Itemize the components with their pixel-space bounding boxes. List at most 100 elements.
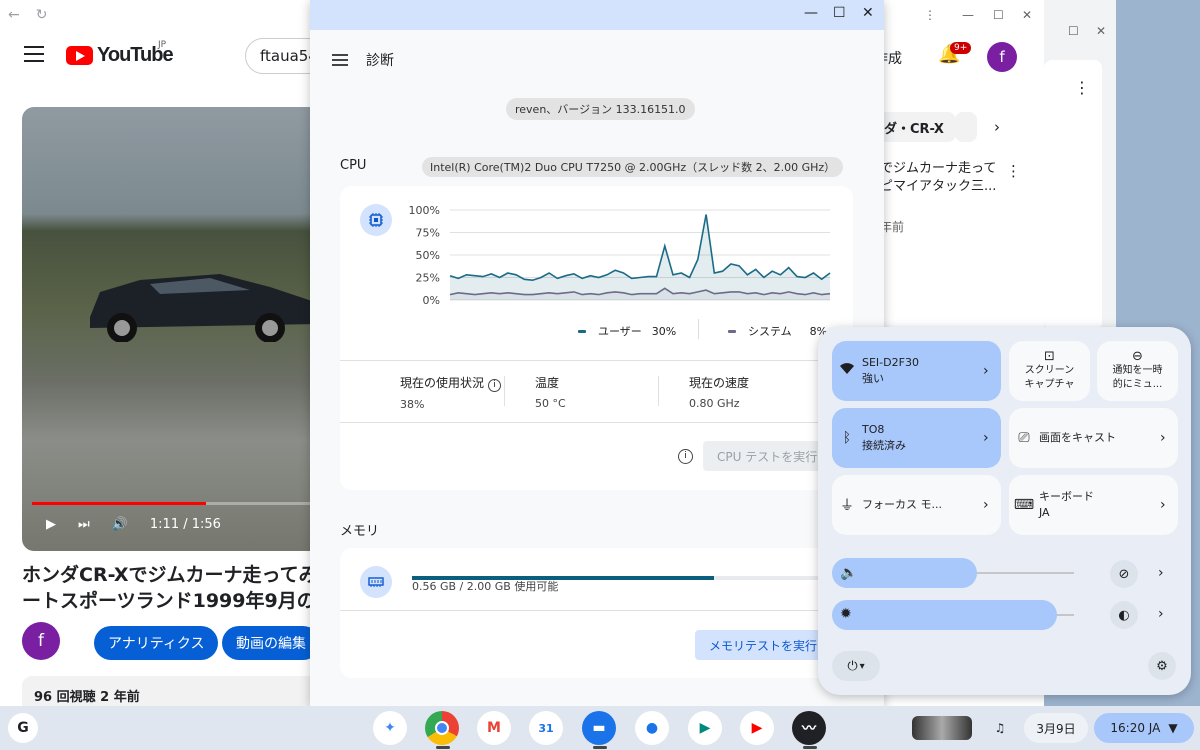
views-text: 96 回視聴 2 年前 <box>34 690 140 705</box>
shelf: G ✦ M 31 ▬ ● ▶ ▶ 〰 ♫ 3月9日 16:20 JA ▼ <box>0 706 1200 750</box>
files-icon[interactable]: ▬ <box>582 711 616 745</box>
wifi-status: 強い <box>862 372 884 385</box>
keyboard-icon: ⌨ <box>1013 497 1035 513</box>
close-icon[interactable]: ✕ <box>1022 8 1032 22</box>
legend-divider <box>698 319 699 339</box>
more-menu-icon[interactable]: ⋮ <box>924 8 936 22</box>
memory-section-label: メモリ <box>340 524 380 539</box>
keyboard-tile[interactable]: ⌨ キーボード JA › <box>1009 475 1178 535</box>
youtube-icon[interactable]: ▶ <box>740 711 774 745</box>
close-icon[interactable]: ✕ <box>862 5 874 21</box>
channel-avatar[interactable]: f <box>22 622 60 660</box>
chevron-right-icon[interactable]: › <box>1158 565 1164 581</box>
do-not-disturb-label: 通知を一時 的にミュ... <box>1112 365 1163 390</box>
video-title: ホンダCR-Xでジムカーナ走ってみ ートスポーツランド1999年9月のア <box>22 562 322 614</box>
filter-chip-2[interactable] <box>955 112 977 142</box>
background-card <box>1044 60 1102 330</box>
cast-tile[interactable]: ⎚ 画面をキャスト › <box>1009 408 1178 468</box>
holding-space-thumbnail[interactable] <box>912 716 972 740</box>
bluetooth-status: 接続済み <box>862 439 906 452</box>
next-icon[interactable]: ⏭ <box>78 517 90 532</box>
edit-video-button[interactable]: 動画の編集 <box>222 626 320 660</box>
analytics-button[interactable]: アナリティクス <box>94 626 219 660</box>
related-more-icon[interactable]: ⋮ <box>1006 162 1021 180</box>
usage-stat: 現在の使用状況 i 38% <box>400 374 501 411</box>
close-icon-2[interactable]: ✕ <box>1096 24 1106 38</box>
maximize-icon[interactable]: ☐ <box>993 8 1004 22</box>
legend-user-swatch <box>578 329 586 333</box>
youtube-logo[interactable]: YouTube JP <box>66 40 174 67</box>
filter-chip[interactable]: ダ・CR-X <box>872 112 956 142</box>
stat-divider <box>658 376 659 406</box>
y-tick-label: 50% <box>416 249 440 262</box>
minimize-icon[interactable]: — <box>804 5 818 21</box>
description-box[interactable]: 96 回視聴 2 年前 <box>22 676 322 706</box>
related-video-title[interactable]: でジムカーナ走って ピマイアタック三... <box>880 160 1000 196</box>
chevron-right-icon[interactable]: › <box>1158 606 1164 622</box>
clock-ime: 16:20 JA <box>1110 721 1161 735</box>
chevron-down-icon: ▾ <box>859 660 865 672</box>
video-progress-fill <box>32 502 206 505</box>
mute-icon[interactable]: ⊘ <box>1110 560 1138 588</box>
menu-icon[interactable] <box>24 46 44 67</box>
volume-icon[interactable]: 🔊 <box>112 517 128 532</box>
do-not-disturb-tile[interactable]: ⊖ 通知を一時 的にミュ... <box>1097 341 1178 401</box>
chevron-right-icon: › <box>1160 497 1166 513</box>
video-progress[interactable] <box>32 502 322 505</box>
cpu-section-label: CPU <box>340 158 367 173</box>
legend-system: システム 8% <box>728 323 827 339</box>
messages-icon[interactable]: ● <box>635 711 669 745</box>
divider <box>340 422 853 423</box>
maximize-icon-2[interactable]: ☐ <box>1068 24 1079 38</box>
launcher-button[interactable]: G <box>8 713 38 743</box>
gmail-icon[interactable]: M <box>477 711 511 745</box>
screen-capture-tile[interactable]: ⊡ スクリーン キャプチャ <box>1009 341 1090 401</box>
gemini-icon[interactable]: ✦ <box>373 711 407 745</box>
night-light-icon[interactable]: ◐ <box>1110 601 1138 629</box>
minimize-icon[interactable]: — <box>962 8 974 22</box>
volume-icon: 🔈 <box>840 565 858 581</box>
account-avatar[interactable]: f <box>987 42 1017 72</box>
wifi-tile[interactable]: SEI-D2F30 強い › <box>832 341 1001 401</box>
play-icon[interactable]: ▶ <box>46 517 56 532</box>
info-icon[interactable]: i <box>487 379 501 392</box>
more-options-icon[interactable]: ⋮ <box>1074 78 1090 97</box>
temperature-stat: 温度 50 °C <box>535 374 566 410</box>
focus-label: フォーカス モ... <box>862 498 942 511</box>
do-not-disturb-icon: ⊖ <box>1132 349 1143 364</box>
calendar-icon[interactable]: 31 <box>529 711 563 745</box>
chevron-right-icon[interactable]: › <box>994 118 1000 136</box>
date-tray[interactable]: 3月9日 <box>1024 713 1088 743</box>
y-tick-label: 25% <box>416 272 440 285</box>
bluetooth-tile[interactable]: ᛒ TO8 接続済み › <box>832 408 1001 468</box>
youtube-play-icon <box>66 46 93 65</box>
memory-card: 0.56 GB / 2.00 GB 使用可能 メモリテストを実行 <box>340 548 853 678</box>
cpu-info-badge: Intel(R) Core(TM)2 Duo CPU T7250 @ 2.00G… <box>422 157 844 177</box>
divider <box>340 610 853 611</box>
memory-text: 0.56 GB / 2.00 GB 使用可能 <box>412 580 559 593</box>
diagnostics-icon[interactable]: 〰 <box>792 711 826 745</box>
y-tick-label: 0% <box>423 294 440 307</box>
back-icon[interactable]: ← <box>8 7 20 23</box>
maximize-icon[interactable]: ☐ <box>833 5 846 21</box>
reload-icon[interactable]: ↻ <box>36 7 48 23</box>
power-button[interactable]: ⏻ ▾ <box>832 651 880 681</box>
wifi-icon <box>832 363 862 379</box>
video-player[interactable]: ▶ ⏭ 🔊 1:11 / 1:56 <box>22 107 322 551</box>
run-cpu-test-button[interactable]: CPU テストを実行 <box>703 441 832 471</box>
legend-user-value: 30% <box>651 324 677 338</box>
video-time: 1:11 / 1:56 <box>149 517 221 532</box>
media-controls-icon[interactable]: ♫ <box>984 713 1016 743</box>
info-icon[interactable]: i <box>678 449 693 464</box>
series-area-user <box>450 214 830 300</box>
brightness-slider[interactable] <box>832 600 1057 630</box>
focus-mode-tile[interactable]: ⏚ フォーカス モ... › <box>832 475 1001 535</box>
meet-icon[interactable]: ▶ <box>688 711 722 745</box>
chrome-icon[interactable] <box>425 711 459 745</box>
run-memory-test-button[interactable]: メモリテストを実行 <box>695 630 832 660</box>
y-tick-label: 75% <box>416 227 440 240</box>
status-tray[interactable]: 16:20 JA ▼ <box>1094 713 1194 743</box>
menu-icon[interactable] <box>332 51 348 69</box>
settings-gear-icon[interactable]: ⚙ <box>1148 652 1176 680</box>
notification-badge: 9+ <box>950 42 972 54</box>
